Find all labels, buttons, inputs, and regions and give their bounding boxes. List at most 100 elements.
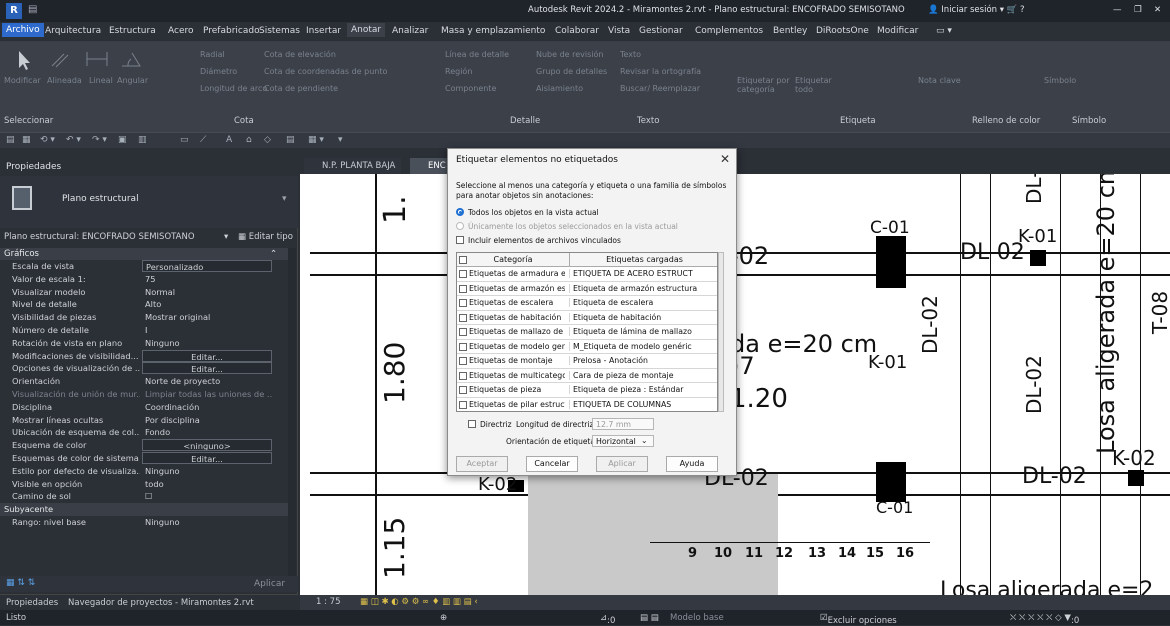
ortografia-button[interactable]: Revisar la ortografía (620, 67, 701, 76)
select-all-checkbox[interactable] (459, 256, 467, 264)
property-row[interactable]: Disciplina Coordinación (0, 401, 288, 414)
property-row[interactable]: Nivel de detalle Alto (0, 298, 288, 311)
row-checkbox[interactable] (459, 371, 467, 380)
tab-gestionar[interactable]: Gestionar (639, 26, 683, 36)
tab-acero[interactable]: Acero (168, 26, 194, 36)
property-row[interactable]: Esquema de color <ninguno> (0, 439, 288, 452)
radio-all-objects[interactable] (456, 208, 464, 216)
property-row[interactable]: Valor de escala 1: 75 (0, 273, 288, 286)
cart-icon[interactable]: ▾ 🛒 (1000, 5, 1020, 15)
tab-sistemas[interactable]: Sistemas (259, 26, 300, 36)
property-row[interactable]: Mostrar líneas ocultas Por disciplina (0, 414, 288, 427)
table-row[interactable]: Etiquetas de multicategoría Cara de pieza… (457, 369, 717, 383)
signin-link[interactable]: Iniciar sesión (941, 5, 997, 15)
property-row[interactable]: Visualización de unión de mur... Limpiar … (0, 388, 288, 401)
diametro-button[interactable]: Diámetro (200, 67, 237, 76)
excluir-opciones[interactable]: ☑ Excluir opciones (820, 613, 897, 626)
table-row[interactable]: Etiquetas de armazón estru Etiqueta de ar… (457, 282, 717, 296)
worksets-icon[interactable]: ⊕ (440, 613, 447, 623)
nota-clave-button[interactable]: Nota clave (918, 76, 961, 85)
section-icon[interactable]: ◇ (264, 135, 271, 145)
tag-cell[interactable]: Etiqueta de pieza : Estándar (569, 385, 711, 394)
view-control-icons[interactable]: ▦ ◫ ✱ ◐ ⚙ ⚙ ∞ ♦ ▥ ▥ ▤ ‹ (360, 597, 478, 607)
table-row[interactable]: Etiquetas de mallazo de ref Etiqueta de l… (457, 325, 717, 340)
row-checkbox[interactable] (459, 386, 467, 394)
customize-qat-icon[interactable]: ▾ (338, 135, 343, 145)
close-icon[interactable]: ✕ (720, 152, 730, 166)
group-seleccionar[interactable]: Seleccionar (4, 116, 53, 126)
property-row[interactable]: Visibilidad de piezas Mostrar original (0, 311, 288, 324)
table-row[interactable]: Etiquetas de escalera Etiqueta de escaler… (457, 296, 717, 311)
apply-button[interactable]: Aplicar (254, 579, 285, 589)
measure-icon[interactable]: ▥ (138, 135, 147, 145)
scale-selector[interactable]: 1 : 75 (316, 597, 341, 607)
help-icon[interactable]: ? (1020, 5, 1025, 15)
tab-navegador[interactable]: Navegador de proyectos - Miramontes 2.rv… (68, 598, 254, 608)
orientacion-select[interactable]: Horizontal ⌄ (592, 435, 654, 447)
modelo-base-selector[interactable]: Modelo base (670, 613, 724, 623)
modificar-button[interactable]: Modificar (4, 76, 41, 85)
table-row[interactable]: Etiquetas de pieza Etiqueta de pieza : Es… (457, 383, 717, 398)
tag-cell[interactable]: Cara de pieza de montaje (569, 370, 711, 380)
collapse-icon[interactable]: ⌃ (270, 249, 277, 259)
property-row[interactable]: Visible en opción todo (0, 478, 288, 491)
buscar-reemplazar-button[interactable]: Buscar/ Reemplazar (620, 84, 700, 93)
tab-archivo[interactable]: Archivo (2, 23, 44, 37)
cancelar-button[interactable]: Cancelar (526, 456, 578, 472)
ribbon-toggle-icon[interactable]: ▭ ▾ (936, 26, 952, 36)
property-row[interactable]: Rotación de vista en plano Ninguno (0, 337, 288, 350)
row-checkbox[interactable] (459, 357, 467, 365)
longitud-arco-button[interactable]: Longitud de arco (200, 84, 267, 93)
print-icon[interactable]: ▣ (118, 135, 127, 145)
switch-windows-icon[interactable]: ▦ ▾ (308, 135, 324, 145)
redo-icon[interactable]: ↷ ▾ (92, 135, 107, 145)
home-icon[interactable]: ⌂ (246, 135, 252, 145)
linear-dim-icon[interactable] (85, 50, 109, 68)
open-icon[interactable]: ▤ (6, 135, 15, 145)
tab-analizar[interactable]: Analizar (392, 26, 428, 36)
undo-icon[interactable]: ↶ ▾ (66, 135, 81, 145)
radial-button[interactable]: Radial (200, 50, 225, 59)
property-row[interactable]: Estilo por defecto de visualiza... Ningun… (0, 465, 288, 478)
tab-diroots[interactable]: DiRootsOne (816, 26, 869, 36)
angular-button[interactable]: Angular (117, 76, 148, 85)
cota-elevacion-button[interactable]: Cota de elevación (264, 50, 336, 59)
texto-button[interactable]: Texto (620, 50, 641, 59)
property-row[interactable]: Camino de sol ☐ (0, 490, 288, 503)
tab-complementos[interactable]: Complementos (695, 26, 763, 36)
property-row[interactable]: Opciones de visualización de ... Editar..… (0, 362, 288, 375)
simbolo-button[interactable]: Símbolo (1044, 76, 1076, 85)
table-row[interactable]: Etiquetas de modelo genéri M_Etiqueta de … (457, 340, 717, 354)
properties-scrollbar[interactable] (288, 248, 296, 578)
group-cota[interactable]: Cota (234, 116, 254, 126)
grupo-detalles-button[interactable]: Grupo de detalles (536, 67, 607, 76)
active-workset[interactable]: ⊿:0 (600, 613, 615, 626)
type-selector[interactable]: Plano estructural ▾ (0, 176, 298, 228)
angular-dim-icon[interactable] (120, 50, 142, 68)
column-header-etiquetas[interactable]: Etiquetas cargadas (569, 253, 717, 267)
alineada-button[interactable]: Alineada (47, 76, 82, 85)
chevron-down-icon[interactable]: ▾ (224, 232, 228, 242)
tab-anotar[interactable]: Anotar (347, 23, 386, 37)
close-icon[interactable]: ✕ (1154, 5, 1161, 15)
row-checkbox[interactable] (459, 342, 467, 351)
region-button[interactable]: Región (445, 67, 472, 76)
row-checkbox[interactable] (459, 270, 467, 278)
cota-coordenadas-button[interactable]: Cota de coordenadas de punto (264, 67, 387, 76)
selection-filter-icons[interactable]: ⛌ ⛌ ⛌ ⛌ ⛌ ◇ ▼:0 (1010, 613, 1079, 626)
aplicar-button[interactable]: Aplicar (596, 456, 648, 472)
save-icon[interactable]: ▦ (22, 135, 31, 145)
tag-cell[interactable]: M_Etiqueta de modelo genéric (569, 341, 711, 351)
tab-insertar[interactable]: Insertar (306, 26, 341, 36)
tag-cell[interactable]: ETIQUETA DE COLUMNAS (569, 399, 711, 409)
tag-cell[interactable]: Etiqueta de lámina de mallazo (569, 327, 711, 336)
property-row[interactable]: Número de detalle I (0, 324, 288, 337)
tag-cell[interactable]: Etiqueta de habitación (569, 312, 711, 322)
edit-type-button[interactable]: ▦ Editar tipo (238, 232, 293, 242)
instance-selector[interactable]: Plano estructural: ENCOFRADO SEMISOTANO (4, 232, 195, 242)
chevron-down-icon[interactable]: ▾ (282, 194, 287, 204)
restore-icon[interactable]: ❐ (1134, 5, 1142, 15)
cota-pendiente-button[interactable]: Cota de pendiente (264, 84, 338, 93)
property-row[interactable]: Esquemas de color de sistema Editar... (0, 452, 288, 465)
tag-cell[interactable]: Etiqueta de armazón estructura (569, 283, 711, 293)
